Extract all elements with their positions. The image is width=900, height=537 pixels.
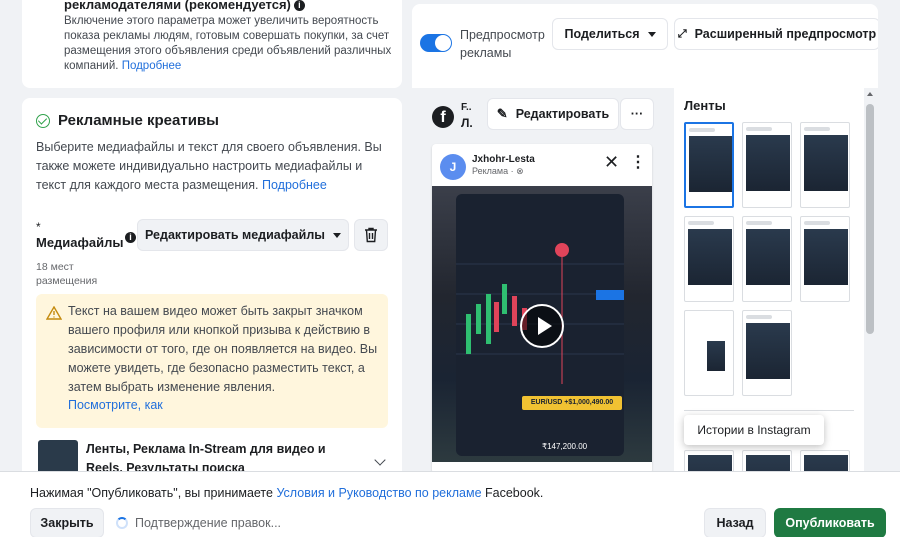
loading-spinner-icon [116, 517, 128, 529]
status-text: Подтверждение правок... [135, 516, 282, 530]
price-label: EUR/USD +$1,000,490.00 [522, 396, 622, 410]
placement-thumbnail[interactable] [742, 310, 792, 396]
delete-media-button[interactable] [354, 219, 388, 251]
preview-toggle-label: Предпросмотр рекламы [460, 28, 545, 60]
more-options-button[interactable]: ··· [620, 98, 654, 130]
media-label: Медиафайлы [36, 235, 124, 250]
page-name-line-2: Л. [461, 116, 473, 130]
warning-text: Текст на вашем видео может быть закрыт з… [68, 304, 378, 394]
section-title: Рекламные креативы [58, 112, 219, 129]
publish-button[interactable]: Опубликовать [774, 508, 886, 537]
scrollbar[interactable] [864, 88, 876, 478]
play-button[interactable] [520, 304, 564, 348]
info-icon[interactable]: i [125, 232, 136, 243]
warning-icon [46, 306, 62, 320]
preview-area: f F.. Л. ✎ Редактировать ··· J Jxhohr-Les… [412, 88, 878, 478]
ad-video[interactable]: EUR/USD +$1,000,490.00 ₹147,200.00 [432, 186, 652, 462]
learn-more-link[interactable]: Подробнее [122, 60, 182, 72]
tooltip: Истории в Instagram [684, 415, 824, 445]
section-description: Выберите медиафайлы и текст для своего о… [36, 140, 382, 192]
footer-bar: Нажимая "Опубликовать", вы принимаете Ус… [0, 471, 900, 537]
more-vertical-icon[interactable]: ⋮ [630, 152, 646, 172]
sponsored-label: Реклама · ⊗ [472, 166, 524, 176]
caret-down-icon [647, 31, 656, 37]
edit-media-button[interactable]: Редактировать медиафайлы [137, 219, 349, 251]
placement-thumbnail[interactable] [742, 216, 792, 302]
setting-title: рекламодателями (рекомендуется) i [64, 0, 305, 14]
chevron-down-icon[interactable] [374, 454, 386, 466]
terms-text: Нажимая "Опубликовать", вы принимаете Ус… [30, 486, 544, 500]
scroll-up-icon[interactable] [867, 92, 873, 96]
divider [684, 410, 854, 411]
placement-thumbnail[interactable] [684, 216, 734, 302]
placement-thumbnail[interactable] [684, 310, 734, 396]
see-how-link[interactable]: Посмотрите, как [68, 398, 163, 412]
placement-count: 18 мест размещения [36, 261, 98, 287]
page-name-line-1: F.. [461, 102, 472, 113]
required-asterisk: * [36, 220, 41, 234]
placement-thumbnail[interactable] [800, 216, 850, 302]
share-button[interactable]: Поделиться [552, 18, 668, 50]
info-icon[interactable]: i [293, 0, 305, 11]
caret-down-icon [332, 232, 341, 238]
advanced-preview-button[interactable]: ⤢ Расширенный предпросмотр [674, 18, 878, 50]
close-button[interactable]: Закрыть [30, 508, 104, 537]
special-ad-category-card: рекламодателями (рекомендуется) i Включен… [22, 0, 402, 88]
placement-thumbnail[interactable] [742, 122, 792, 208]
avatar: J [440, 154, 466, 180]
ad-preview-panel: Предпросмотр рекламы Поделиться ⤢ Расшире… [412, 4, 878, 478]
pencil-icon: ✎ [496, 106, 508, 121]
preview-toggle[interactable] [420, 34, 452, 52]
ad-creative-card: Рекламные креативы Выберите медиафайлы и… [22, 98, 402, 478]
learn-more-link[interactable]: Подробнее [262, 178, 327, 192]
placement-thumbnail[interactable] [800, 122, 850, 208]
feeds-heading: Ленты [684, 98, 726, 113]
earnings-label: ₹147,200.00 [542, 442, 588, 451]
placement-thumbnail[interactable] [684, 122, 734, 208]
ad-preview-card: J Jxhohr-Lesta Реклама · ⊗ ✕ ⋮ EUR/USD +… [432, 144, 652, 474]
edit-ad-button[interactable]: ✎ Редактировать [487, 98, 619, 130]
advertiser-name: Jxhohr-Lesta [472, 154, 535, 165]
trash-icon [365, 227, 377, 243]
back-button[interactable]: Назад [704, 508, 766, 537]
facebook-icon: f [432, 106, 454, 128]
check-circle-icon [36, 114, 50, 128]
terms-link[interactable]: Условия и Руководство по рекламе [276, 486, 481, 500]
expand-icon: ⤢ [677, 27, 687, 40]
warning-banner: Текст на вашем видео может быть закрыт з… [36, 294, 388, 428]
scrollbar-thumb[interactable] [866, 104, 874, 334]
setting-description: Включение этого параметра может увеличит… [64, 15, 392, 72]
close-icon[interactable]: ✕ [604, 152, 619, 173]
